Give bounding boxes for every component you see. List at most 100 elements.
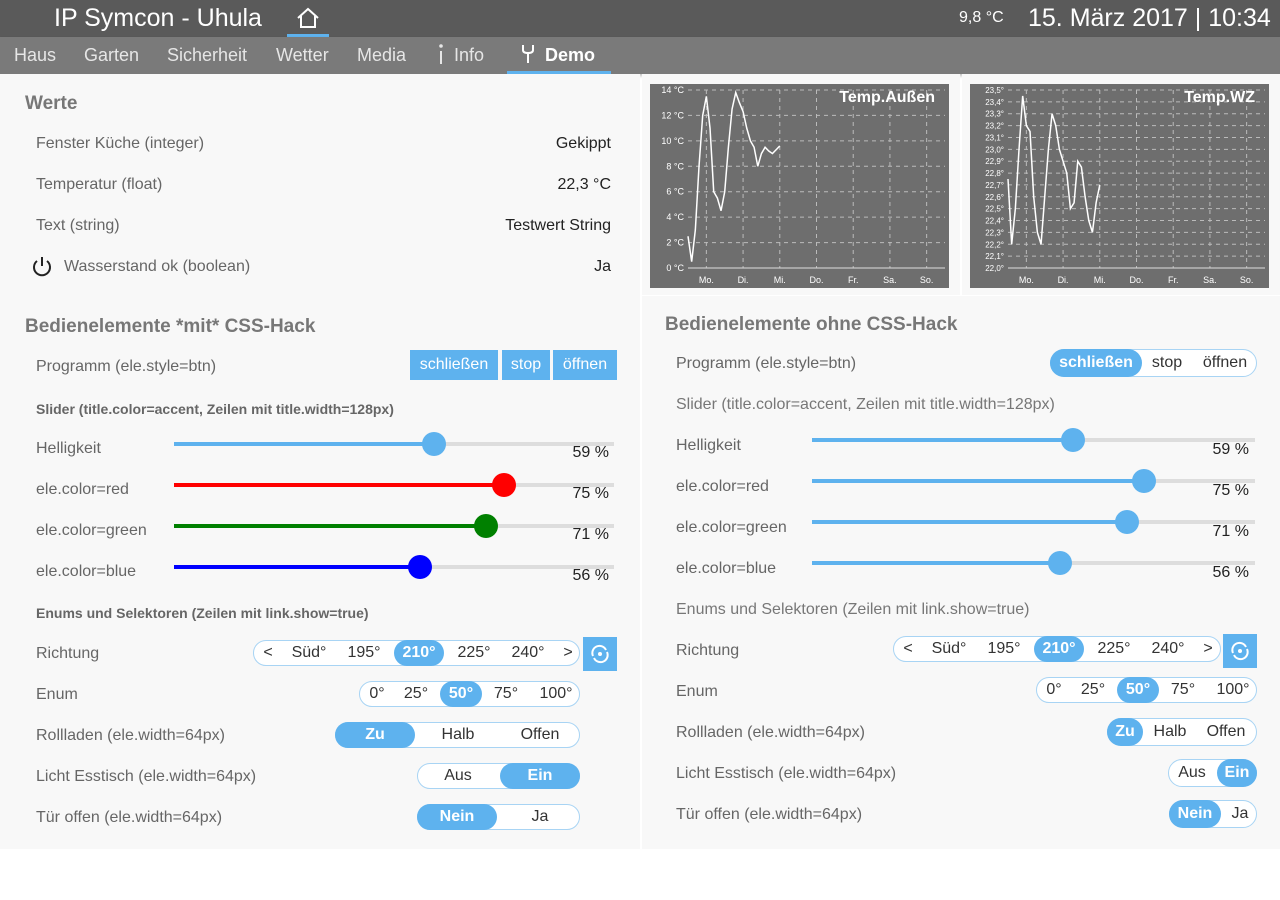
nav-haus[interactable]: Haus [14, 37, 56, 74]
left-richtung-next[interactable]: > [556, 640, 580, 666]
left-richtung-option-selected[interactable]: 210° [394, 640, 444, 666]
right-programm-open-button[interactable]: öffnen [1195, 349, 1255, 377]
left-programm-open-button[interactable]: öffnen [553, 350, 617, 380]
right-tuer-label: Tür offen (ele.width=64px) [676, 806, 863, 823]
right-richtung-option-selected[interactable]: 210° [1034, 636, 1084, 662]
y-tick-label: 14 °C [661, 85, 684, 95]
nav-info[interactable]: Info [436, 37, 484, 74]
right-richtung-option[interactable]: Süd° [924, 636, 974, 662]
right-licht-option-selected[interactable]: Ein [1217, 759, 1257, 787]
slider-handle[interactable] [474, 514, 498, 538]
x-tick-label: Mo. [699, 275, 714, 285]
home-button[interactable] [287, 2, 329, 37]
slider-handle[interactable] [1132, 469, 1156, 493]
nav-wetter[interactable]: Wetter [276, 37, 329, 74]
left-enum-option[interactable]: 25° [398, 681, 434, 707]
nav-media[interactable]: Media [357, 37, 406, 74]
right-richtung-option[interactable]: 195° [978, 636, 1030, 662]
left-enum-option-selected[interactable]: 50° [440, 681, 482, 707]
right-tuer-option-selected[interactable]: Nein [1169, 800, 1221, 828]
right-richtung-option[interactable]: 240° [1142, 636, 1194, 662]
left-licht-option-selected[interactable]: Ein [500, 763, 580, 789]
right-enum-option[interactable]: 25° [1075, 677, 1111, 703]
slider-fill [174, 524, 486, 528]
nav-sicherheit[interactable]: Sicherheit [167, 37, 247, 74]
nav-demo[interactable]: Demo [507, 37, 612, 74]
left-programm-label: Programm (ele.style=btn) [36, 358, 217, 375]
right-rollladen-option-selected[interactable]: Zu [1107, 718, 1143, 746]
right-richtung-next[interactable]: > [1196, 636, 1220, 662]
y-tick-label: 22,2° [985, 240, 1004, 249]
left-richtung-option[interactable]: 195° [338, 640, 390, 666]
y-tick-label: 22,0° [985, 264, 1004, 273]
left-richtung-option[interactable]: 225° [446, 640, 502, 666]
y-tick-label: 12 °C [661, 110, 684, 120]
right-enum-option[interactable]: 100° [1209, 677, 1257, 703]
left-section-title: Bedienelemente *mit* CSS-Hack [25, 316, 316, 337]
left-tuer-selector: Nein Ja [417, 804, 580, 830]
left-tuer-option[interactable]: Ja [500, 804, 580, 830]
y-tick-label: 23,3° [985, 110, 1004, 119]
right-enum-option[interactable]: 0° [1037, 677, 1071, 703]
right-programm-close-button[interactable]: schließen [1050, 349, 1142, 377]
right-rollladen-option[interactable]: Offen [1198, 718, 1254, 746]
nav-garten[interactable]: Garten [84, 37, 139, 74]
right-richtung-prev[interactable]: < [894, 636, 922, 662]
slider-handle[interactable] [408, 555, 432, 579]
left-richtung-prev[interactable]: < [254, 640, 282, 666]
slider-handle[interactable] [422, 432, 446, 456]
left-enum-option[interactable]: 100° [532, 681, 580, 707]
left-richtung-option[interactable]: Süd° [284, 640, 334, 666]
right-programm-selector: schließen stop öffnen [1050, 349, 1257, 377]
slider-handle[interactable] [1061, 428, 1085, 452]
right-tuer-option[interactable]: Ja [1224, 800, 1256, 828]
slider-fill [812, 438, 1073, 442]
y-tick-label: 22,4° [985, 217, 1004, 226]
right-rollladen-label: Rollladen (ele.width=64px) [676, 724, 865, 741]
right-enum-option[interactable]: 75° [1163, 677, 1203, 703]
left-slider-label-green: ele.color=green [36, 522, 147, 539]
left-slider-title: Slider (title.color=accent, Zeilen mit t… [36, 401, 394, 417]
left-slider-green[interactable] [174, 514, 614, 538]
right-enum-option-selected[interactable]: 50° [1117, 677, 1159, 703]
x-tick-label: So. [920, 275, 934, 285]
left-licht-option[interactable]: Aus [418, 763, 498, 789]
right-licht-option[interactable]: Aus [1169, 759, 1215, 787]
left-rollladen-selector: Zu Halb Offen [335, 722, 580, 748]
right-richtung-option[interactable]: 225° [1086, 636, 1142, 662]
y-tick-label: 2 °C [666, 238, 684, 248]
left-enum-option[interactable]: 0° [360, 681, 394, 707]
right-richtung-link-button[interactable] [1223, 634, 1257, 668]
left-rollladen-label: Rollladen (ele.width=64px) [36, 727, 225, 744]
left-slider-red[interactable] [174, 473, 614, 497]
left-slider-label-helligkeit: Helligkeit [36, 440, 101, 457]
left-slider-blue[interactable] [174, 555, 614, 579]
left-richtung-selector: < Süd° 195° 210° 225° 240° > [253, 640, 580, 666]
left-slider-helligkeit[interactable] [174, 432, 614, 456]
left-programm-close-button[interactable]: schließen [410, 350, 498, 380]
chart-panel-temp-wz: 22,0° 22,1° 22,2° 22,3° 22,4° 22,5° 22,6° 22,7°… [962, 74, 1280, 295]
slider-fill [812, 479, 1144, 483]
left-rollladen-option-selected[interactable]: Zu [335, 722, 415, 748]
x-tick-label: Mo. [1019, 275, 1034, 285]
slider-handle[interactable] [1115, 510, 1139, 534]
slider-handle[interactable] [492, 473, 516, 497]
right-slider-value-red: 75 % [1212, 482, 1249, 499]
left-programm-stop-button[interactable]: stop [502, 350, 550, 380]
temp-wz-chart[interactable]: 22,0° 22,1° 22,2° 22,3° 22,4° 22,5° 22,6° 22,7°… [970, 84, 1269, 288]
right-programm-stop-button[interactable]: stop [1143, 349, 1191, 377]
left-rollladen-option[interactable]: Offen [500, 722, 580, 748]
left-rollladen-option[interactable]: Halb [418, 722, 498, 748]
x-tick-label: Sa. [883, 275, 897, 285]
chart-title: Temp.WZ [1184, 89, 1255, 106]
left-enum-option[interactable]: 75° [486, 681, 526, 707]
right-rollladen-option[interactable]: Halb [1146, 718, 1194, 746]
temp-aussen-chart[interactable]: 0 °C 2 °C 4 °C 6 °C 8 °C 10 °C 12 °C 14 °C Mo. Di… [650, 84, 949, 288]
left-richtung-link-button[interactable] [583, 637, 617, 671]
left-richtung-option[interactable]: 240° [502, 640, 554, 666]
left-licht-label: Licht Esstisch (ele.width=64px) [36, 768, 257, 785]
chart-background [650, 84, 949, 288]
werte-value-text: Testwert String [505, 217, 611, 234]
slider-handle[interactable] [1048, 551, 1072, 575]
left-tuer-option-selected[interactable]: Nein [417, 804, 497, 830]
